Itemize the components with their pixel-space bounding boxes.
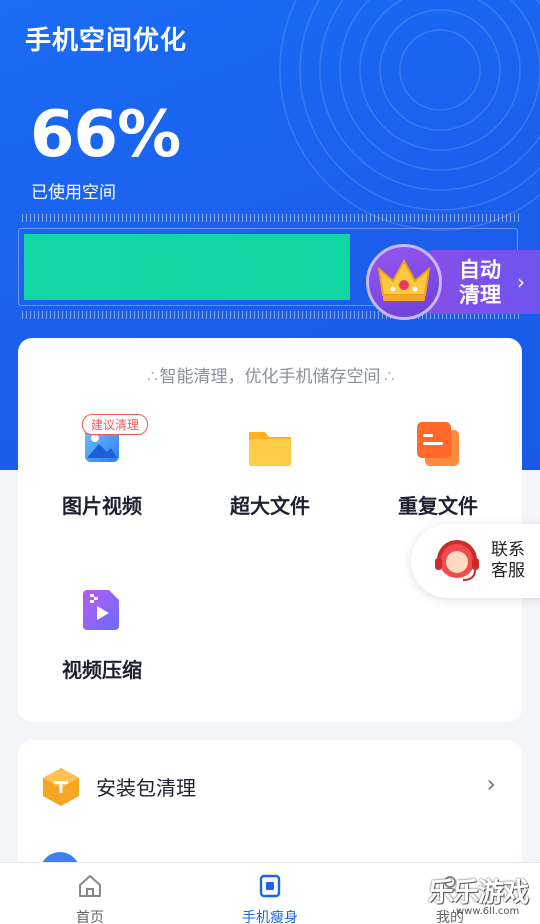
feature-label: 超大文件: [230, 494, 310, 518]
crown-icon: [377, 258, 431, 301]
headset-icon: [435, 540, 479, 581]
feature-label: 视频压缩: [62, 658, 142, 682]
feature-label: 图片视频: [62, 494, 142, 518]
auto-clean-button[interactable]: 自动清理 ›: [364, 244, 540, 320]
dots-decoration-right: ∴: [380, 367, 395, 387]
duplicate-file-icon: [413, 420, 463, 470]
chevron-right-icon: ›: [486, 770, 496, 798]
dots-decoration-left: ∴: [147, 367, 160, 387]
feature-large-files[interactable]: 超大文件: [195, 420, 345, 519]
feature-label: 重复文件: [398, 494, 478, 518]
customer-service-label: 联系客服: [491, 540, 525, 581]
smart-clean-subtitle: ∴ 智能清理，优化手机储存空间 ∴: [147, 367, 395, 387]
storage-used-label: 已使用空间: [31, 183, 116, 203]
list-item-apk-clean[interactable]: 安装包清理 ›: [18, 758, 522, 814]
list-item-label: 安装包清理: [96, 776, 196, 800]
crown-badge: [366, 244, 442, 320]
video-compress-icon: [77, 584, 127, 634]
suggest-clean-badge: 建议清理: [82, 414, 149, 435]
watermark-logo: 乐乐游戏 www.6ll.com: [428, 878, 529, 917]
tab-label: 手机瘦身: [242, 910, 298, 924]
tab-home[interactable]: 首页: [50, 873, 130, 924]
tab-label: 首页: [76, 910, 104, 924]
storage-percent: 66%: [30, 98, 181, 172]
decorative-rings: [279, 0, 540, 231]
chevron-right-icon: ›: [517, 270, 525, 294]
page-title: 手机空间优化: [25, 26, 188, 56]
feature-video-compress[interactable]: 视频压缩: [27, 584, 177, 683]
feature-duplicate-files[interactable]: 重复文件: [363, 420, 513, 519]
storage-bar-fill: [24, 234, 350, 300]
folder-icon: [245, 420, 295, 470]
package-icon: [43, 768, 79, 806]
home-icon: [79, 875, 101, 897]
tab-phone-slim[interactable]: 手机瘦身: [230, 873, 310, 924]
customer-service-button[interactable]: 联系客服: [411, 524, 540, 598]
phone-slim-icon: [259, 874, 281, 898]
auto-clean-label: 自动清理: [459, 258, 501, 307]
bar-dots-top: [22, 214, 520, 222]
